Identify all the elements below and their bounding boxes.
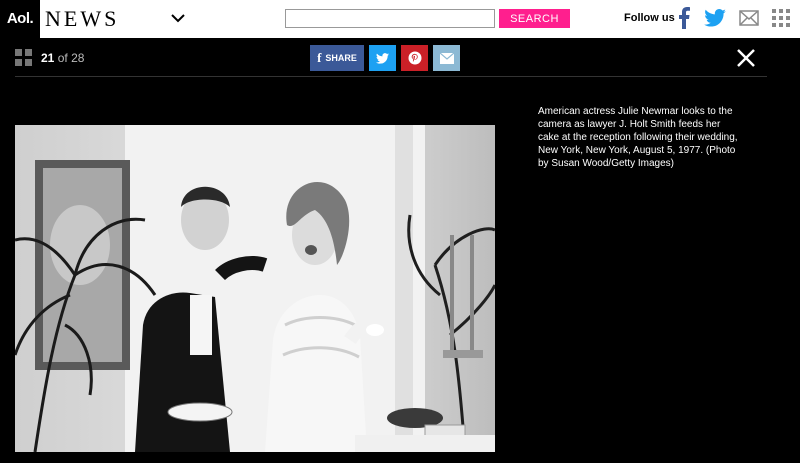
slide-total: 28 (71, 51, 85, 65)
slide-of-label: of (57, 51, 68, 65)
toolbar-divider (15, 76, 767, 77)
facebook-share-label: SHARE (325, 53, 357, 63)
pinterest-share-icon (408, 51, 421, 65)
gallery-grid-icon[interactable] (15, 49, 32, 66)
facebook-share-button[interactable]: f SHARE (310, 45, 364, 71)
slide-current: 21 (41, 51, 55, 65)
facebook-share-icon: f (317, 50, 322, 65)
follow-us-label: Follow us (624, 12, 675, 24)
email-share-icon (439, 52, 454, 64)
twitter-share-icon (376, 52, 389, 64)
aol-logo[interactable]: Aol. (0, 0, 40, 38)
pinterest-share-button[interactable] (401, 45, 428, 71)
chevron-down-icon[interactable] (168, 8, 188, 28)
wedding-photo-image (15, 125, 495, 452)
slide-caption: American actress Julie Newmar looks to t… (538, 106, 738, 169)
close-icon[interactable] (735, 47, 757, 69)
apps-grid-icon[interactable] (772, 9, 790, 27)
email-share-button[interactable] (433, 45, 460, 71)
slide-photo[interactable] (15, 125, 495, 452)
top-header: Aol. NEWS SEARCH Follow us (0, 0, 800, 38)
slide-counter: 21 of 28 (41, 51, 84, 65)
mail-icon[interactable] (739, 10, 759, 26)
twitter-share-button[interactable] (369, 45, 396, 71)
search-input[interactable] (285, 9, 495, 28)
twitter-icon[interactable] (704, 9, 726, 27)
facebook-icon[interactable] (677, 7, 691, 29)
search-button[interactable]: SEARCH (499, 9, 570, 28)
section-title[interactable]: NEWS (45, 6, 119, 32)
